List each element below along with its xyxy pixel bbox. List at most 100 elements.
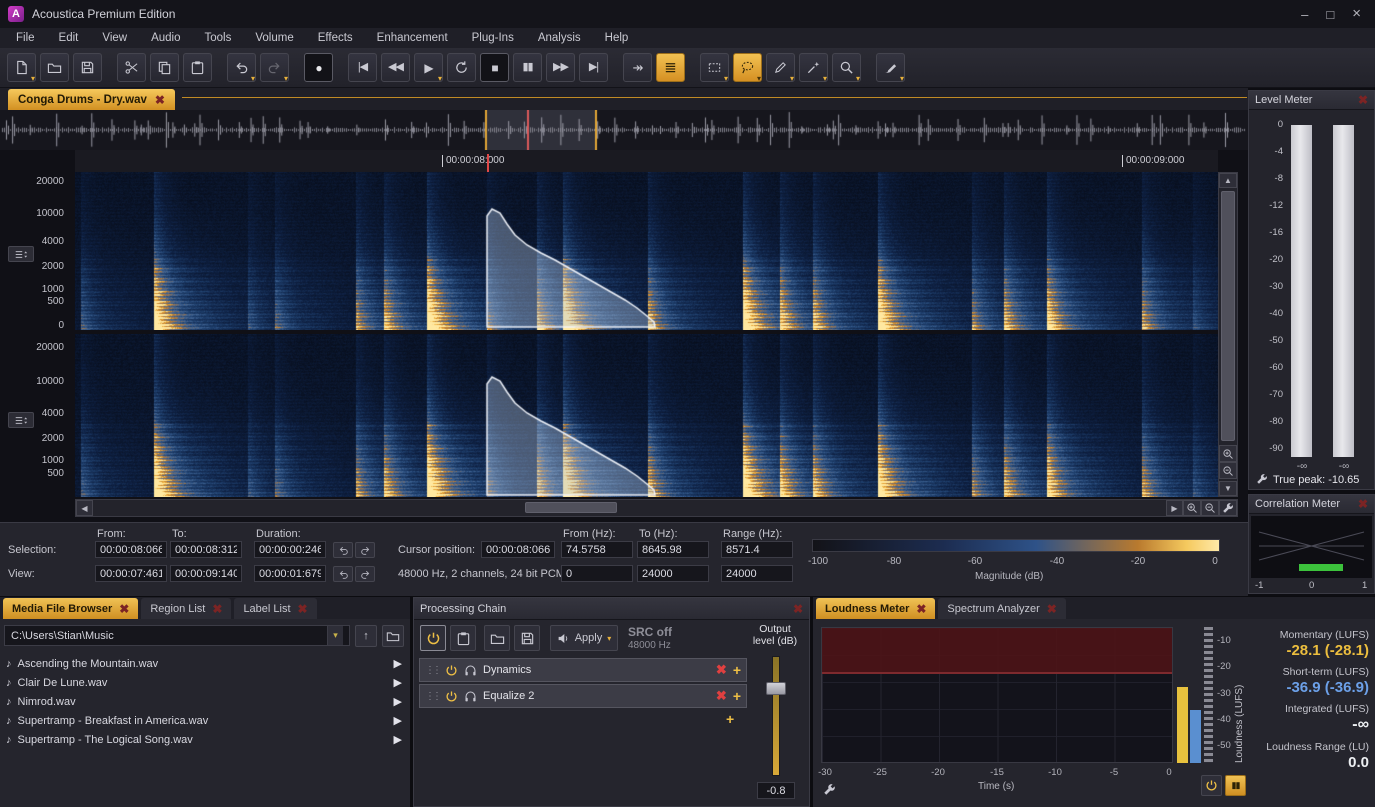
zoom-in-horizontal-button[interactable] xyxy=(1183,500,1201,516)
scroll-left-button[interactable]: ◀ xyxy=(76,500,93,516)
tab-region-list[interactable]: Region List ✖ xyxy=(141,598,231,619)
tab-close-icon[interactable]: ✖ xyxy=(916,603,926,615)
zoom-tool-button[interactable]: ▾ xyxy=(832,53,861,82)
overview-waveform-canvas[interactable] xyxy=(0,110,1248,150)
menu-enhancement[interactable]: Enhancement xyxy=(365,30,460,46)
tab-close-icon[interactable]: ✖ xyxy=(212,603,222,615)
close-icon[interactable]: × xyxy=(1352,7,1361,22)
fast-forward-button[interactable]: ▶▶ xyxy=(546,53,575,82)
file-row[interactable]: ♪ Supertramp - The Logical Song.wav ▶ xyxy=(2,730,406,749)
selection-to-field[interactable] xyxy=(170,541,242,558)
copy-button[interactable] xyxy=(150,53,179,82)
scroll-down-button[interactable]: ▼ xyxy=(1219,481,1237,496)
lasso-select-button[interactable]: ▾ xyxy=(733,53,762,82)
browse-folder-button[interactable] xyxy=(382,625,404,647)
panel-close-icon[interactable]: ✖ xyxy=(1358,94,1368,106)
play-preview-icon[interactable]: ▶ xyxy=(394,695,402,708)
play-preview-icon[interactable]: ▶ xyxy=(394,657,402,670)
path-combo-box[interactable]: C:\Users\Stian\Music ▾ xyxy=(4,625,350,646)
menu-audio[interactable]: Audio xyxy=(139,30,192,46)
drag-handle-icon[interactable]: ⋮⋮ xyxy=(425,691,439,702)
file-row[interactable]: ♪ Nimrod.wav ▶ xyxy=(2,692,406,711)
chain-item-equalize[interactable]: ⋮⋮ Equalize 2 ✖ + xyxy=(419,684,747,708)
wrench-icon[interactable] xyxy=(823,783,836,796)
selection-from-hz-field[interactable] xyxy=(561,541,633,558)
view-from-field[interactable] xyxy=(95,565,167,582)
open-file-button[interactable] xyxy=(40,53,69,82)
go-to-end-button[interactable]: ▶| xyxy=(579,53,608,82)
chain-open-button[interactable] xyxy=(484,625,510,651)
output-level-slider-handle[interactable] xyxy=(766,682,786,695)
document-tab[interactable]: Conga Drums - Dry.wav ✖ xyxy=(8,89,175,110)
file-row[interactable]: ♪ Ascending the Mountain.wav ▶ xyxy=(2,654,406,673)
spectrogram-right-channel[interactable] xyxy=(75,334,1218,497)
horizontal-scroll-thumb[interactable] xyxy=(525,502,617,513)
tab-close-icon[interactable]: ✖ xyxy=(155,94,165,106)
chain-item-dynamics[interactable]: ⋮⋮ Dynamics ✖ + xyxy=(419,658,747,682)
go-to-start-button[interactable]: |◀ xyxy=(348,53,377,82)
vertical-scrollbar[interactable]: ▲ ▼ xyxy=(1218,172,1238,497)
maximize-icon[interactable]: □ xyxy=(1326,7,1334,22)
view-to-field[interactable] xyxy=(170,565,242,582)
save-file-button[interactable] xyxy=(73,53,102,82)
panel-close-icon[interactable]: ✖ xyxy=(1358,498,1368,510)
play-preview-icon[interactable]: ▶ xyxy=(394,676,402,689)
view-range-hz-field[interactable] xyxy=(721,565,793,582)
panel-close-icon[interactable]: ✖ xyxy=(793,603,803,615)
horizontal-scroll-track[interactable] xyxy=(93,500,1166,516)
menu-edit[interactable]: Edit xyxy=(47,30,91,46)
selection-range-hz-field[interactable] xyxy=(721,541,793,558)
view-from-hz-field[interactable] xyxy=(561,565,633,582)
cursor-position-field[interactable] xyxy=(481,541,555,558)
chain-clipboard-button[interactable] xyxy=(450,625,476,651)
apply-button[interactable]: Apply ▾ xyxy=(550,625,618,651)
selection-undo-button[interactable] xyxy=(333,542,353,558)
tab-media-file-browser[interactable]: Media File Browser ✖ xyxy=(3,598,138,619)
rewind-button[interactable]: ◀◀ xyxy=(381,53,410,82)
cut-button[interactable] xyxy=(117,53,146,82)
tab-label-list[interactable]: Label List ✖ xyxy=(234,598,316,619)
tab-close-icon[interactable]: ✖ xyxy=(298,603,308,615)
headphones-icon[interactable] xyxy=(464,690,477,703)
view-duration-field[interactable] xyxy=(254,565,326,582)
file-row[interactable]: ♪ Supertramp - Breakfast in America.wav … xyxy=(2,711,406,730)
remove-effect-icon[interactable]: ✖ xyxy=(716,688,727,704)
menu-view[interactable]: View xyxy=(90,30,139,46)
menu-analysis[interactable]: Analysis xyxy=(526,30,593,46)
rectangle-select-button[interactable]: ▾ xyxy=(700,53,729,82)
play-append-button[interactable]: ↠ xyxy=(623,53,652,82)
brush-select-button[interactable]: ▾ xyxy=(766,53,795,82)
loop-button[interactable] xyxy=(447,53,476,82)
menu-volume[interactable]: Volume xyxy=(243,30,305,46)
add-effect-icon[interactable]: + xyxy=(726,711,734,727)
play-preview-icon[interactable]: ▶ xyxy=(394,733,402,746)
redo-button[interactable]: ▾ xyxy=(260,53,289,82)
folder-up-button[interactable]: ↑ xyxy=(355,625,377,647)
playhead-cursor[interactable] xyxy=(487,154,489,172)
record-button[interactable]: ● xyxy=(304,53,333,82)
power-icon[interactable] xyxy=(445,690,458,703)
menu-effects[interactable]: Effects xyxy=(306,30,365,46)
selection-from-field[interactable] xyxy=(95,541,167,558)
horizontal-scrollbar[interactable]: ◀ ▶ xyxy=(75,499,1238,517)
power-icon[interactable] xyxy=(445,664,458,677)
menu-file[interactable]: File xyxy=(4,30,47,46)
minimize-icon[interactable]: – xyxy=(1301,7,1308,22)
chevron-down-icon[interactable]: ▾ xyxy=(327,626,343,645)
selection-to-hz-field[interactable] xyxy=(637,541,709,558)
scroll-right-button[interactable]: ▶ xyxy=(1166,500,1183,516)
menu-plugins[interactable]: Plug-Ins xyxy=(460,30,526,46)
view-redo-button[interactable] xyxy=(355,566,375,582)
menu-tools[interactable]: Tools xyxy=(193,30,244,46)
selection-redo-button[interactable] xyxy=(355,542,375,558)
undo-button[interactable]: ▾ xyxy=(227,53,256,82)
loudness-power-button[interactable] xyxy=(1201,775,1222,796)
tab-close-icon[interactable]: ✖ xyxy=(1047,603,1057,615)
tab-loudness-meter[interactable]: Loudness Meter ✖ xyxy=(816,598,935,619)
file-row[interactable]: ♪ Clair De Lune.wav ▶ xyxy=(2,673,406,692)
output-level-slider-track[interactable] xyxy=(772,656,780,776)
tab-close-icon[interactable]: ✖ xyxy=(119,603,129,615)
zoom-out-vertical-button[interactable] xyxy=(1219,462,1237,479)
magic-wand-button[interactable]: ▾ xyxy=(799,53,828,82)
scroll-up-button[interactable]: ▲ xyxy=(1219,173,1237,188)
